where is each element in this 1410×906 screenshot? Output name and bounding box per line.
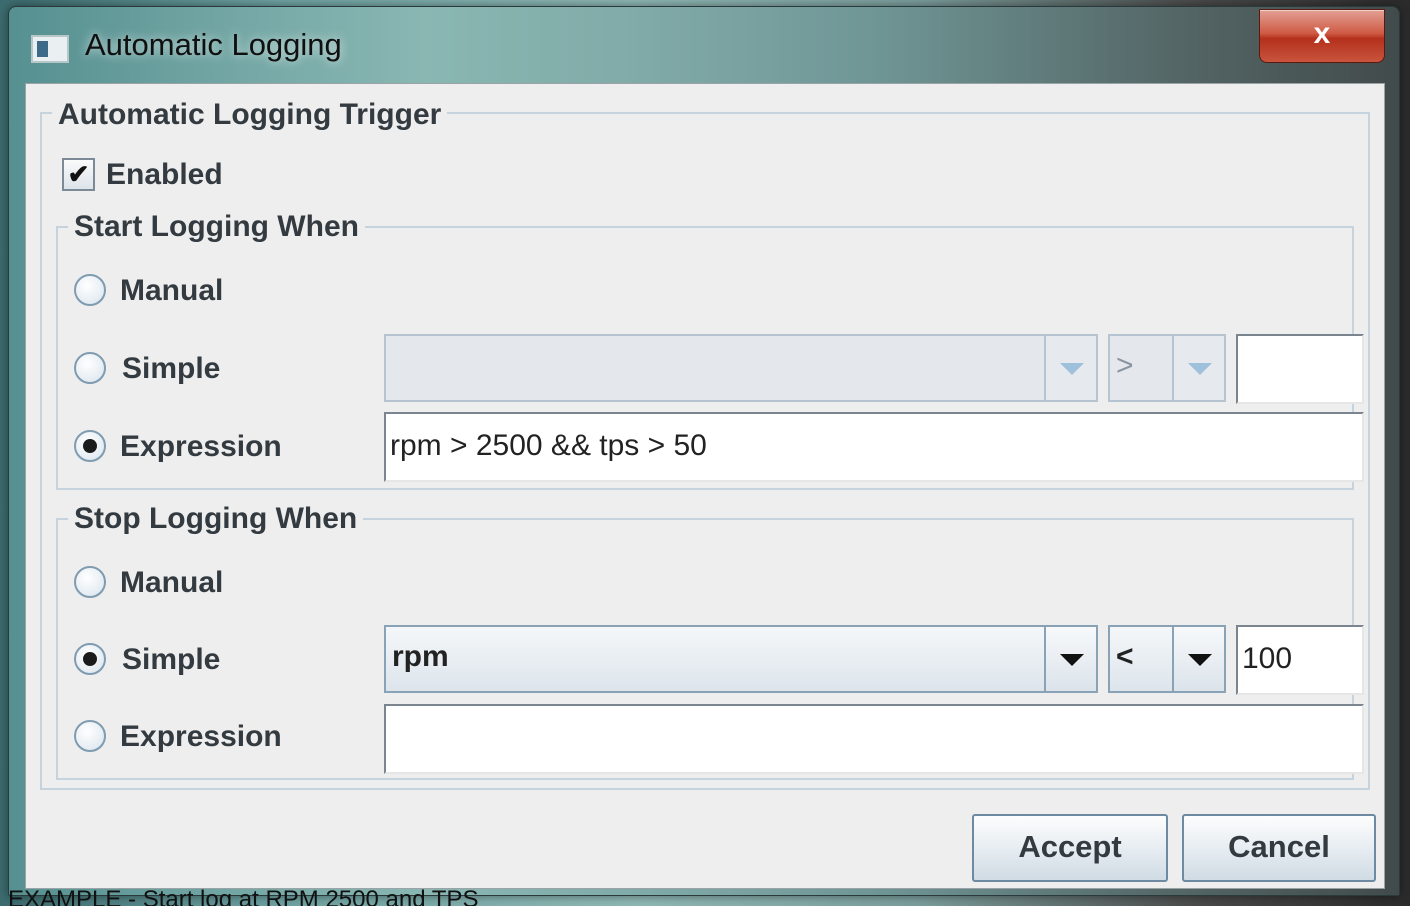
stop-expression-field[interactable] xyxy=(384,704,1364,774)
dialog-window: Automatic Logging x Automatic Logging Tr… xyxy=(8,6,1400,896)
title-bar[interactable]: Automatic Logging x xyxy=(9,7,1399,83)
start-group-legend: Start Logging When xyxy=(68,210,365,244)
start-value-field[interactable] xyxy=(1236,334,1364,404)
start-operator-combo[interactable]: > xyxy=(1108,334,1226,402)
start-expression-field[interactable]: rpm > 2500 && tps > 50 xyxy=(384,412,1364,482)
start-manual-label[interactable]: Manual xyxy=(120,274,223,308)
start-manual-radio[interactable] xyxy=(74,274,106,306)
start-simple-radio[interactable] xyxy=(74,352,106,384)
stop-value-field[interactable]: 100 xyxy=(1236,625,1364,695)
stop-parameter-value: rpm xyxy=(392,640,449,673)
caption-text: EXAMPLE - Start log at RPM 2500 and TPS xyxy=(8,887,479,906)
stop-manual-label[interactable]: Manual xyxy=(120,566,223,600)
stop-expression-label[interactable]: Expression xyxy=(120,720,282,754)
cancel-button[interactable]: Cancel xyxy=(1182,814,1376,882)
accept-button[interactable]: Accept xyxy=(972,814,1168,882)
start-operator-value: > xyxy=(1116,349,1134,382)
enabled-label[interactable]: Enabled xyxy=(106,158,223,192)
chevron-down-icon[interactable] xyxy=(1044,336,1096,400)
enabled-checkbox[interactable]: ✔ xyxy=(62,158,95,191)
chevron-down-icon[interactable] xyxy=(1172,336,1224,400)
stop-simple-radio[interactable] xyxy=(74,643,106,675)
trigger-group-legend: Automatic Logging Trigger xyxy=(52,98,448,132)
stop-simple-label[interactable]: Simple xyxy=(122,643,220,677)
stop-expression-radio[interactable] xyxy=(74,720,106,752)
stop-parameter-combo[interactable]: rpm xyxy=(384,625,1098,693)
chevron-down-icon[interactable] xyxy=(1044,627,1096,691)
close-button[interactable]: x xyxy=(1259,9,1385,63)
stop-group-legend: Stop Logging When xyxy=(68,502,364,536)
app-window-icon xyxy=(31,35,69,63)
start-parameter-combo[interactable] xyxy=(384,334,1098,402)
dialog-content: Automatic Logging Trigger ✔ Enabled Star… xyxy=(25,83,1385,889)
start-simple-label[interactable]: Simple xyxy=(122,352,220,386)
window-title: Automatic Logging xyxy=(85,27,342,62)
stop-manual-radio[interactable] xyxy=(74,566,106,598)
stop-operator-combo[interactable]: < xyxy=(1108,625,1226,693)
start-expression-label[interactable]: Expression xyxy=(120,430,282,464)
start-expression-radio[interactable] xyxy=(74,430,106,462)
stop-operator-value: < xyxy=(1116,640,1134,673)
chevron-down-icon[interactable] xyxy=(1172,627,1224,691)
